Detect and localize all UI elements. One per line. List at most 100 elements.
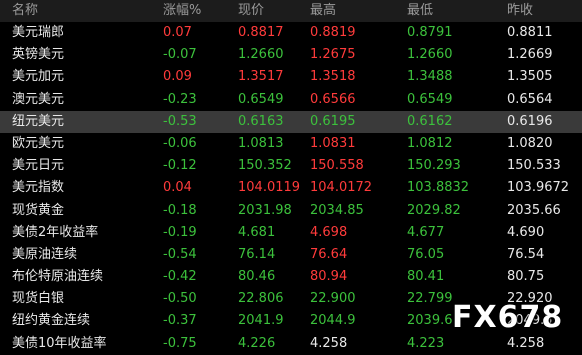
table-row[interactable]: 美债10年收益率 -0.75 4.226 4.258 4.223 4.258 [0, 333, 582, 355]
prev-close: 150.533 [507, 158, 561, 174]
change-percent: -0.37 [163, 313, 197, 329]
instrument-name: 布伦特原油连续 [12, 269, 104, 285]
instrument-name: 英镑美元 [12, 47, 65, 63]
prev-close: 0.6196 [507, 113, 553, 129]
header-change[interactable]: 涨幅% [163, 0, 201, 22]
prev-close: 0.8811 [507, 25, 553, 40]
table-row[interactable]: 美债2年收益率 -0.19 4.681 4.698 4.677 4.690 [0, 222, 582, 244]
high-price: 1.3518 [310, 69, 356, 85]
change-percent: -0.06 [163, 135, 197, 151]
instrument-name: 美元指数 [12, 180, 65, 196]
current-price: 1.3517 [238, 69, 284, 85]
current-price: 0.8817 [238, 25, 284, 40]
table-row[interactable]: 美元日元 -0.12 150.352 150.558 150.293 150.533 [0, 155, 582, 177]
high-price: 0.6195 [310, 113, 356, 129]
instrument-name: 现货黄金 [12, 202, 65, 218]
low-price: 103.8832 [407, 180, 470, 196]
current-price: 22.806 [238, 291, 284, 307]
high-price: 2044.9 [310, 313, 356, 329]
high-price: 4.698 [310, 224, 348, 240]
change-percent: -0.42 [163, 269, 197, 285]
current-price: 1.0813 [238, 135, 284, 151]
fx678-watermark: FX678 [452, 300, 564, 335]
header-low[interactable]: 最低 [407, 0, 433, 22]
current-price: 76.14 [238, 246, 276, 262]
low-price: 4.223 [407, 335, 445, 351]
high-price: 4.258 [310, 335, 348, 351]
header-high[interactable]: 最高 [310, 0, 336, 22]
table-row[interactable]: 布伦特原油连续 -0.42 80.46 80.94 80.41 80.75 [0, 266, 582, 288]
change-percent: -0.18 [163, 202, 197, 218]
instrument-name: 美元瑞郎 [12, 25, 65, 40]
prev-close: 1.2669 [507, 47, 553, 63]
high-price: 76.64 [310, 246, 348, 262]
prev-close: 2035.66 [507, 202, 561, 218]
instrument-name: 美原油连续 [12, 246, 78, 262]
current-price: 2031.98 [238, 202, 292, 218]
table-row[interactable]: 美元瑞郎 0.07 0.8817 0.8819 0.8791 0.8811 [0, 22, 582, 44]
change-percent: -0.54 [163, 246, 197, 262]
low-price: 2039.6 [407, 313, 453, 329]
change-percent: -0.07 [163, 47, 197, 63]
prev-close: 1.0820 [507, 135, 553, 151]
prev-close: 0.6564 [507, 91, 553, 107]
table-row[interactable]: 英镑美元 -0.07 1.2660 1.2675 1.2660 1.2669 [0, 44, 582, 66]
instrument-name: 美元日元 [12, 158, 65, 174]
prev-close: 4.258 [507, 335, 545, 351]
current-price: 0.6163 [238, 113, 284, 129]
low-price: 80.41 [407, 269, 445, 285]
instrument-name: 美债10年收益率 [12, 335, 107, 351]
current-price: 104.0119 [238, 180, 301, 196]
instrument-name: 纽元美元 [12, 113, 65, 129]
instrument-name: 美元加元 [12, 69, 65, 85]
low-price: 76.05 [407, 246, 445, 262]
low-price: 22.799 [407, 291, 453, 307]
instrument-name: 纽约黄金连续 [12, 313, 91, 329]
low-price: 1.0812 [407, 135, 453, 151]
table-row[interactable]: 现货黄金 -0.18 2031.98 2034.85 2029.82 2035.66 [0, 200, 582, 222]
instrument-name: 现货白银 [12, 291, 65, 307]
high-price: 0.8819 [310, 25, 356, 40]
header-price[interactable]: 现价 [238, 0, 264, 22]
header-name[interactable]: 名称 [12, 0, 38, 22]
low-price: 1.2660 [407, 47, 453, 63]
current-price: 80.46 [238, 269, 276, 285]
change-percent: -0.53 [163, 113, 197, 129]
low-price: 2029.82 [407, 202, 461, 218]
prev-close: 103.9672 [507, 180, 570, 196]
table-row[interactable]: 美原油连续 -0.54 76.14 76.64 76.05 76.54 [0, 244, 582, 266]
table-row[interactable]: 澳元美元 -0.23 0.6549 0.6566 0.6549 0.6564 [0, 89, 582, 111]
change-percent: 0.09 [163, 69, 192, 85]
low-price: 1.3488 [407, 69, 453, 85]
high-price: 0.6566 [310, 91, 356, 107]
low-price: 4.677 [407, 224, 445, 240]
header-prev-close[interactable]: 昨收 [507, 0, 533, 22]
change-percent: 0.04 [163, 180, 192, 196]
low-price: 0.6162 [407, 113, 453, 129]
instrument-name: 欧元美元 [12, 135, 65, 151]
change-percent: 0.07 [163, 25, 192, 40]
table-row[interactable]: 美元指数 0.04 104.0119 104.0172 103.8832 103.9672 [0, 177, 582, 199]
table-header: 名称 涨幅% 现价 最高 最低 昨收 [0, 0, 582, 22]
table-row[interactable]: 欧元美元 -0.06 1.0813 1.0831 1.0812 1.0820 [0, 133, 582, 155]
high-price: 22.900 [310, 291, 356, 307]
high-price: 1.0831 [310, 135, 356, 151]
change-percent: -0.23 [163, 91, 197, 107]
change-percent: -0.12 [163, 158, 197, 174]
instrument-name: 美债2年收益率 [12, 224, 99, 240]
prev-close: 80.75 [507, 269, 545, 285]
high-price: 2034.85 [310, 202, 364, 218]
high-price: 104.0172 [310, 180, 373, 196]
current-price: 150.352 [238, 158, 292, 174]
instrument-name: 澳元美元 [12, 91, 65, 107]
table-row[interactable]: 纽元美元 -0.53 0.6163 0.6195 0.6162 0.6196 [0, 110, 582, 133]
current-price: 0.6549 [238, 91, 284, 107]
current-price: 4.681 [238, 224, 276, 240]
table-row[interactable]: 美元加元 0.09 1.3517 1.3518 1.3488 1.3505 [0, 66, 582, 88]
prev-close: 76.54 [507, 246, 545, 262]
change-percent: -0.50 [163, 291, 197, 307]
current-price: 4.226 [238, 335, 276, 351]
high-price: 80.94 [310, 269, 348, 285]
change-percent: -0.19 [163, 224, 197, 240]
prev-close: 4.690 [507, 224, 545, 240]
